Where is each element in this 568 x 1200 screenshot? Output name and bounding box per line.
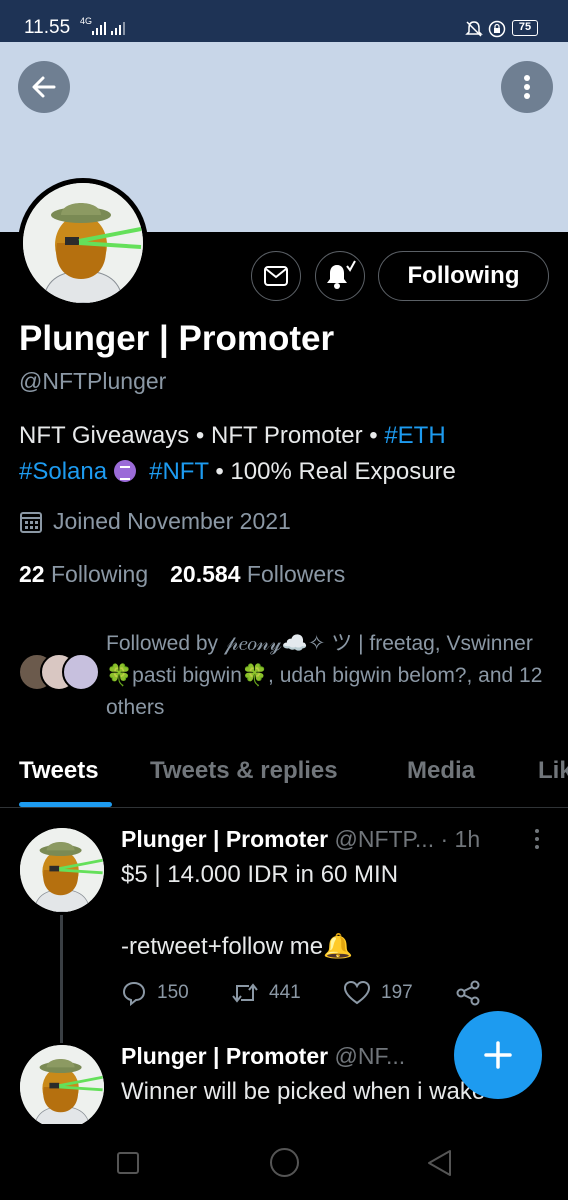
bell-off-icon	[465, 21, 483, 37]
lock-icon	[488, 20, 506, 38]
notifications-button[interactable]	[315, 251, 365, 301]
status-bar: 11.55 4G 75	[0, 0, 568, 42]
back-nav-button[interactable]	[425, 1148, 453, 1178]
tweet-text: -retweet+follow me🔔	[121, 933, 353, 960]
like-count: 197	[381, 982, 413, 1003]
reply-icon	[122, 981, 146, 1006]
plus-icon	[484, 1041, 512, 1069]
retweet-count: 441	[269, 982, 301, 1003]
tweet-more-icon[interactable]	[533, 828, 541, 850]
avatar-image	[23, 183, 143, 303]
share-button[interactable]	[455, 980, 481, 1006]
signal-icon	[111, 22, 125, 35]
followers-count-link[interactable]: 20.584 Followers	[170, 561, 345, 587]
bell-check-icon	[327, 260, 356, 289]
profile-avatar[interactable]	[18, 178, 148, 308]
tweet-header: Plunger | Promoter @NF...	[121, 1043, 405, 1070]
avatar[interactable]	[20, 828, 104, 912]
profile-tabs: Tweets Tweets & replies Media Lik	[0, 752, 568, 808]
hashtag-nft[interactable]: #NFT	[149, 458, 209, 485]
joined-date: Joined November 2021	[19, 508, 291, 535]
share-icon	[456, 980, 480, 1006]
tab-tweets[interactable]: Tweets	[19, 757, 99, 785]
tweet-author-name[interactable]: Plunger | Promoter	[121, 826, 328, 852]
follow-counts: 22 Following 20.584 Followers	[19, 561, 345, 588]
tab-media[interactable]: Media	[407, 757, 475, 785]
hashtag-eth[interactable]: #ETH	[384, 422, 445, 449]
system-nav-bar	[0, 1124, 568, 1200]
avatar	[62, 653, 100, 691]
solana-icon	[113, 460, 136, 482]
more-vertical-icon	[524, 75, 530, 99]
mail-icon	[264, 266, 288, 286]
tweet-time: · 1h	[440, 826, 481, 852]
recent-apps-button[interactable]	[117, 1152, 139, 1174]
tweet-text: $5 | 14.000 IDR in 60 MIN	[121, 861, 399, 888]
tweet-author-name[interactable]: Plunger | Promoter	[121, 1043, 328, 1069]
active-tab-indicator	[19, 802, 112, 807]
battery-icon: 75	[512, 20, 538, 36]
profile-bio: NFT Giveaways • NFT Promoter • #ETH #Sol…	[19, 418, 549, 490]
profile-display-name: Plunger | Promoter	[19, 319, 335, 358]
reply-button[interactable]: 150	[121, 980, 189, 1006]
followed-by-text: Followed by 𝓅𝑒𝑜𝓃𝓎☁️✧ ツ | freetag, Vswinn…	[106, 632, 543, 719]
following-count: 22	[19, 561, 45, 587]
bio-text: NFT Giveaways • NFT Promoter •	[19, 422, 385, 449]
tweet-header: Plunger | Promoter @NFTP... · 1h	[121, 826, 480, 853]
retweet-icon	[232, 983, 258, 1003]
tab-likes[interactable]: Lik	[538, 757, 568, 785]
compose-tweet-button[interactable]	[454, 1011, 542, 1099]
reply-count: 150	[157, 982, 189, 1003]
followers-label: Followers	[246, 561, 346, 587]
signal-icon	[92, 22, 106, 35]
tweet-author-handle[interactable]: @NF...	[334, 1043, 405, 1069]
back-arrow-icon	[32, 76, 56, 98]
joined-text: Joined November 2021	[53, 508, 291, 534]
avatar-image	[20, 1045, 104, 1129]
more-options-button[interactable]	[501, 61, 553, 113]
followers-count: 20.584	[170, 561, 241, 587]
like-button[interactable]: 197	[343, 980, 413, 1006]
like-icon	[343, 980, 371, 1005]
following-button[interactable]: Following	[378, 251, 549, 301]
retweet-button[interactable]: 441	[231, 980, 301, 1006]
hashtag-solana[interactable]: #Solana	[19, 458, 107, 485]
tab-tweets-replies[interactable]: Tweets & replies	[150, 757, 338, 785]
calendar-icon	[20, 511, 42, 533]
profile-handle: @NFTPlunger	[19, 368, 167, 394]
tweet-author-handle[interactable]: @NFTP...	[334, 826, 434, 852]
back-button[interactable]	[18, 61, 70, 113]
bio-text: • 100% Real Exposure	[208, 458, 456, 485]
message-button[interactable]	[251, 251, 301, 301]
following-count-link[interactable]: 22 Following	[19, 561, 148, 587]
home-button[interactable]	[270, 1148, 299, 1177]
following-label: Following	[50, 561, 149, 587]
avatar-image	[20, 828, 104, 912]
status-time: 11.55	[24, 17, 71, 38]
followed-by-avatars	[18, 653, 102, 693]
thread-line	[60, 915, 63, 1043]
avatar[interactable]	[20, 1045, 104, 1129]
